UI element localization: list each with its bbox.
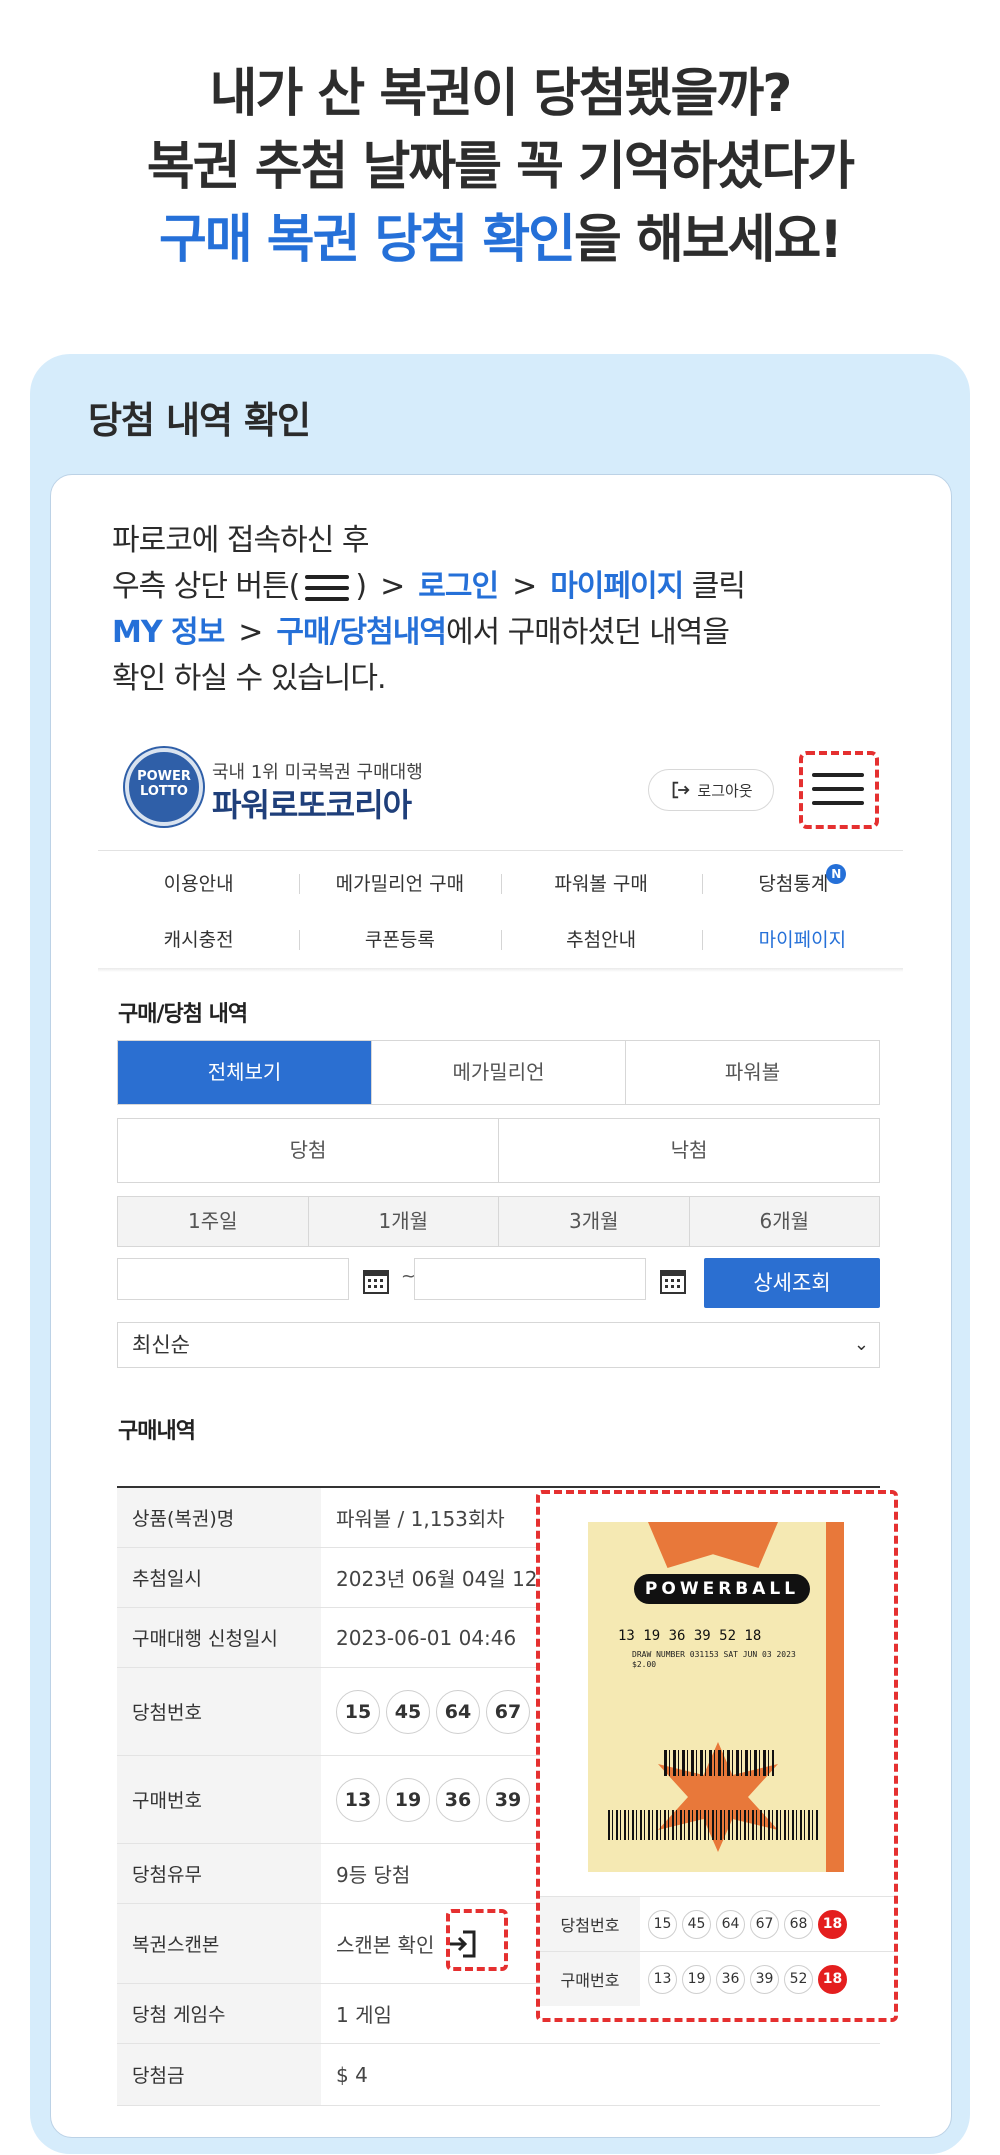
nav-item-guide[interactable]: 이용안내 (98, 856, 299, 912)
logout-button[interactable]: 로그아웃 (648, 769, 774, 811)
row-label: 당첨금 (117, 2044, 321, 2105)
guide-text: 파로코에 접속하신 후 우측 상단 버튼() > 로그인 > 마이페이지 클릭 MY 정… (112, 518, 746, 702)
row-label: 추첨일시 (117, 1548, 321, 1607)
number-ball: 13 (336, 1777, 380, 1822)
number-ball: 19 (386, 1777, 430, 1822)
guide-mypage: 마이페이지 (550, 569, 684, 604)
result-tabs: 당첨 낙첨 (117, 1118, 880, 1183)
highlight-box-popup (536, 1490, 898, 2022)
nav-shadow (98, 968, 903, 972)
hero-line-3: 구매 복권 당첨 확인을 해보세요! (0, 204, 1000, 277)
guide-myinfo: MY 정보 (112, 615, 225, 650)
end-date-input[interactable] (414, 1258, 646, 1300)
highlight-box-menu (799, 751, 879, 829)
nav-row-2: 캐시충전 쿠폰등록 추첨안내 마이페이지 (98, 912, 903, 968)
nav-item-cash[interactable]: 캐시충전 (98, 912, 299, 968)
nav-item-stats-label: 당첨통계 (758, 873, 829, 895)
detail-search-button[interactable]: 상세조회 (704, 1258, 880, 1308)
number-ball: 39 (486, 1777, 530, 1822)
nav-row-1: 이용안내 메가밀리언 구매 파워볼 구매 당첨통계 N (98, 856, 903, 912)
logout-icon (673, 781, 690, 799)
scan-label: 스캔본 확인 (336, 1933, 435, 1957)
start-date-input[interactable] (117, 1258, 349, 1300)
logout-label: 로그아웃 (697, 781, 753, 800)
hero-highlight: 구매 복권 당첨 확인 (158, 210, 576, 270)
history-title: 구매/당첨 내역 (118, 1002, 248, 1027)
purchase-title: 구매내역 (118, 1419, 196, 1444)
row-label: 구매번호 (117, 1756, 321, 1843)
number-ball: 15 (336, 1689, 380, 1734)
highlight-box-scan (446, 1909, 508, 1971)
logo-text: POWER (137, 769, 191, 784)
guide-history: 구매/당첨내역 (276, 615, 447, 650)
tab-megamillions[interactable]: 메가밀리언 (371, 1041, 625, 1104)
guide-line-2: 우측 상단 버튼() > 로그인 > 마이페이지 클릭 (112, 564, 746, 610)
guide-text-part: 에서 구매하셨던 내역을 (445, 615, 730, 650)
period-6month[interactable]: 6개월 (688, 1197, 880, 1246)
number-ball: 36 (436, 1777, 480, 1822)
tab-powerball[interactable]: 파워볼 (625, 1041, 879, 1104)
period-1week[interactable]: 1주일 (118, 1197, 308, 1246)
sort-value: 최신순 (132, 1333, 190, 1357)
row-label: 복권스캔본 (117, 1904, 321, 1983)
guide-text-part: 우측 상단 버튼( (112, 569, 300, 604)
guide-login: 로그인 (418, 569, 499, 604)
guide-separator: > (380, 569, 405, 604)
guide-line-4: 확인 하실 수 있습니다. (112, 661, 387, 696)
chevron-down-icon: ⌄ (853, 1334, 869, 1355)
header-divider (98, 850, 903, 851)
tab-all[interactable]: 전체보기 (118, 1041, 371, 1104)
number-ball: 67 (486, 1689, 530, 1734)
nav-item-megamillions-buy[interactable]: 메가밀리언 구매 (299, 856, 500, 912)
logo-text: LOTTO (140, 784, 188, 799)
period-buttons: 1주일 1개월 3개월 6개월 (117, 1196, 880, 1247)
row-label: 상품(복권)명 (117, 1488, 321, 1547)
hero-line-1: 내가 산 복권이 당첨됐을까? (209, 64, 793, 124)
calendar-icon[interactable] (361, 1266, 391, 1296)
guide-separator: > (512, 569, 537, 604)
nav-item-draw-info[interactable]: 추첨안내 (500, 912, 702, 968)
hero-heading: 내가 산 복권이 당첨됐을까? 복권 추첨 날짜를 꼭 기억하셨다가 구매 복권… (0, 58, 1000, 277)
site-name[interactable]: 파워로또코리아 (212, 780, 412, 826)
row-label: 당첨번호 (117, 1668, 321, 1755)
tab-win[interactable]: 당첨 (118, 1119, 498, 1182)
nav-item-stats[interactable]: 당첨통계 N (701, 856, 903, 912)
game-tabs: 전체보기 메가밀리언 파워볼 (117, 1040, 880, 1105)
period-3month[interactable]: 3개월 (498, 1197, 689, 1246)
row-label: 당첨 게임수 (117, 1984, 321, 2043)
menu-icon (303, 573, 351, 603)
row-value: $ 4 (336, 2062, 368, 2087)
guide-line-1: 파로코에 접속하신 후 (112, 523, 369, 558)
guide-separator: > (238, 615, 263, 650)
hero-line-3-rest: 을 해보세요! (574, 210, 843, 270)
site-logo[interactable]: POWER LOTTO (125, 748, 203, 826)
number-ball: 45 (386, 1689, 430, 1734)
sort-select[interactable]: 최신순 ⌄ (117, 1322, 880, 1368)
guide-click: 클릭 (691, 569, 746, 604)
hero-line-2: 복권 추첨 날짜를 꼭 기억하셨다가 (146, 137, 855, 197)
number-ball: 64 (436, 1689, 480, 1734)
calendar-icon[interactable] (658, 1266, 688, 1296)
table-row: 당첨금 $ 4 (117, 2044, 880, 2106)
guide-line-3: MY 정보 > 구매/당첨내역에서 구매하셨던 내역을 (112, 610, 745, 656)
nav-item-mypage[interactable]: 마이페이지 (701, 912, 903, 968)
row-label: 당첨유무 (117, 1844, 321, 1903)
tab-lose[interactable]: 낙첨 (498, 1119, 879, 1182)
new-badge: N (826, 864, 847, 884)
nav-item-powerball-buy[interactable]: 파워볼 구매 (500, 856, 702, 912)
panel-title: 당첨 내역 확인 (88, 399, 311, 442)
period-1month[interactable]: 1개월 (307, 1197, 499, 1246)
guide-text-part: ) (355, 569, 367, 604)
row-label: 구매대행 신청일시 (117, 1608, 321, 1667)
nav-item-coupon[interactable]: 쿠폰등록 (299, 912, 500, 968)
